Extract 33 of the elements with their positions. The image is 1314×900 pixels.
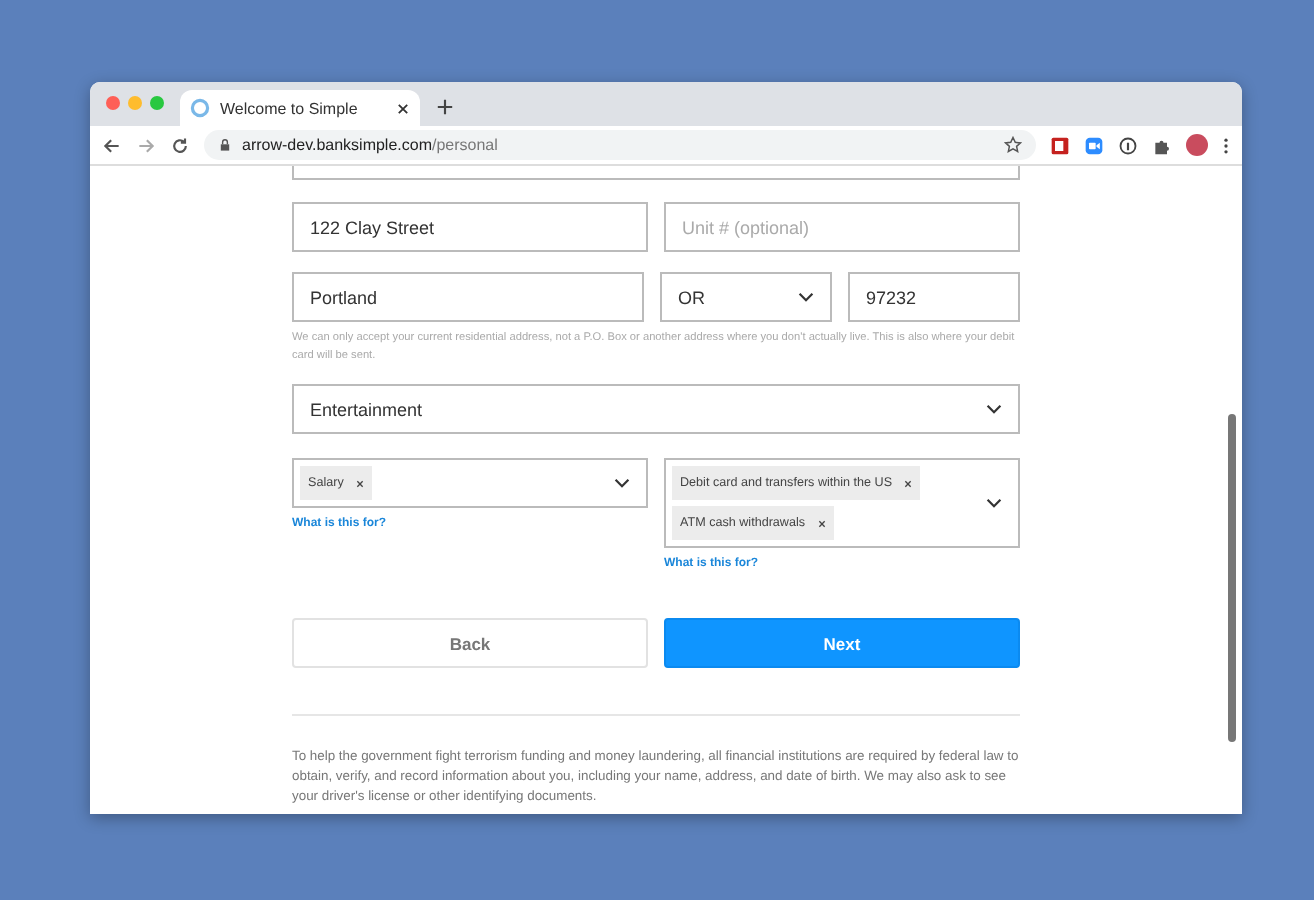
remove-icon[interactable] bbox=[817, 519, 826, 527]
city-field[interactable]: Portland bbox=[292, 272, 644, 322]
close-icon[interactable] bbox=[396, 101, 410, 115]
remove-icon[interactable] bbox=[355, 479, 364, 487]
back-button[interactable]: Back bbox=[292, 618, 648, 668]
puzzle-icon[interactable] bbox=[1152, 135, 1172, 155]
avatar-icon[interactable] bbox=[1186, 134, 1208, 156]
more-menu-icon[interactable] bbox=[1222, 135, 1230, 155]
extension-icon[interactable] bbox=[1050, 135, 1070, 155]
address-bar[interactable]: arrow-dev.banksimple.com/personal bbox=[204, 130, 1036, 160]
remove-icon[interactable] bbox=[904, 479, 913, 487]
video-camera-icon[interactable] bbox=[1084, 135, 1104, 155]
new-tab-icon[interactable] bbox=[436, 98, 454, 116]
tab-title: Welcome to Simple bbox=[220, 99, 360, 117]
street-field[interactable]: 122 Clay Street bbox=[292, 202, 648, 252]
browser-tab[interactable]: Welcome to Simple bbox=[180, 90, 420, 126]
back-icon[interactable] bbox=[102, 135, 122, 155]
star-icon[interactable] bbox=[1004, 136, 1022, 154]
state-select[interactable]: OR bbox=[660, 272, 832, 322]
info-icon[interactable] bbox=[1118, 135, 1138, 155]
lock-icon bbox=[218, 138, 232, 152]
chevron-icon bbox=[986, 404, 1002, 414]
input-field[interactable] bbox=[292, 166, 1020, 180]
chevron-icon bbox=[986, 498, 1002, 508]
occupation-select[interactable]: Entertainment bbox=[292, 384, 1020, 434]
chevron-icon bbox=[614, 478, 630, 488]
url-text: arrow-dev.banksimple.com/personal bbox=[242, 136, 500, 154]
chevron-icon bbox=[798, 292, 814, 302]
ring-icon bbox=[190, 98, 210, 118]
unit-field[interactable]: Unit # (optional) bbox=[664, 202, 1020, 252]
reload-icon[interactable] bbox=[170, 135, 190, 155]
zip-field[interactable]: 97232 bbox=[848, 272, 1020, 322]
scrollbar-thumb[interactable] bbox=[1228, 414, 1236, 742]
